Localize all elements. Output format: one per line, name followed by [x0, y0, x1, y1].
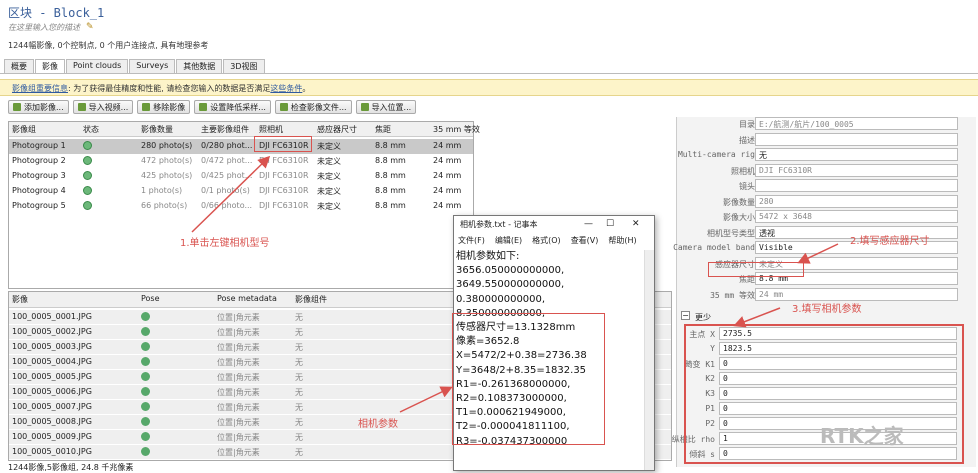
watermark: RTK之家	[820, 424, 904, 448]
arrow-2	[797, 243, 839, 264]
annotation-2: 2.填写感应器尺寸	[850, 236, 930, 247]
arrow-1	[191, 155, 271, 233]
annotation-1: 1.单击左键相机型号	[180, 238, 270, 249]
annotation-arrows	[191, 155, 839, 413]
annotation-3: 3.填写相机参数	[792, 304, 862, 315]
annotation-4: 相机参数	[358, 419, 398, 430]
arrow-3	[733, 307, 781, 328]
arrow-4	[399, 386, 453, 413]
